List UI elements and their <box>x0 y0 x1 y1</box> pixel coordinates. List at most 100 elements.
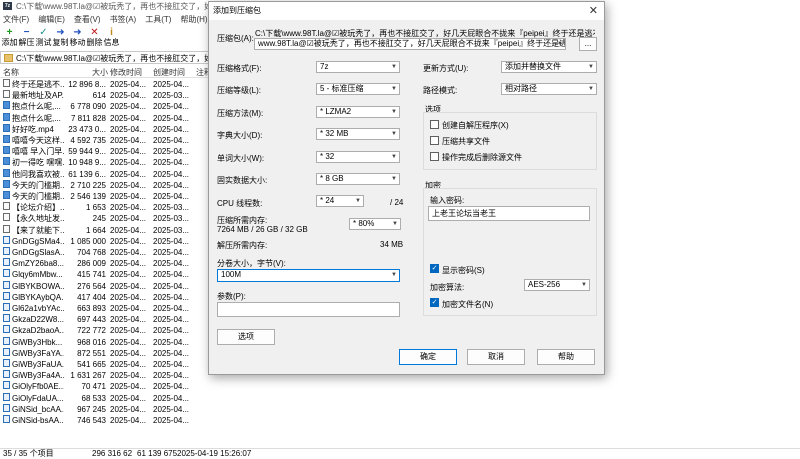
address-bar[interactable]: C:\下载\www.98T.la@☑被玩秃了，再也不接肛交了，好几天屁... <box>0 51 210 64</box>
column-created[interactable]: 创建时间 <box>153 67 185 78</box>
file-row[interactable]: 好好吃.mp4 23 473 0... 2025-04... 2025-04... <box>0 123 210 135</box>
menu-edit[interactable]: 编辑(E) <box>38 13 65 26</box>
browse-button[interactable]: ... <box>579 37 597 51</box>
split-select[interactable]: 100M ▼ <box>217 269 400 282</box>
file-modified: 2025-04... <box>110 371 147 381</box>
file-row[interactable]: GiWBy3Fa4A... 1 631 267 2025-04... 2025-04.… <box>0 370 210 381</box>
image-file-icon <box>3 325 10 334</box>
menu-bookmarks[interactable]: 书签(A) <box>110 13 137 26</box>
cpu-select[interactable]: * 24 ▼ <box>316 195 364 207</box>
file-row[interactable]: GiOlyFdaUA... 68 533 2025-04... 2025-04... <box>0 392 210 404</box>
toolbar-button-3[interactable]: ➜ 复制 <box>52 27 69 49</box>
file-row[interactable]: GlBYKAybQA... 417 404 2025-04... 2025-04... <box>0 291 210 303</box>
file-size: 697 443 <box>77 315 106 325</box>
file-row[interactable]: GiNSid_bcAA... 967 245 2025-04... 2025-04..… <box>0 403 210 415</box>
image-file-icon <box>3 280 10 289</box>
file-row[interactable]: 今天的门槛期... 2 710 225 2025-04... 2025-04... <box>0 179 210 191</box>
file-size: 614 <box>92 91 106 101</box>
delete-source-checkbox[interactable] <box>430 152 439 161</box>
file-row[interactable]: 【论坛介绍】... 1 653 2025-04... 2025-03... <box>0 202 210 213</box>
column-name[interactable]: 名称 <box>3 67 19 78</box>
menu-tools[interactable]: 工具(T) <box>145 13 171 26</box>
toolbar-button-4[interactable]: ➜ 移动 <box>69 27 86 49</box>
file-row[interactable]: 他问我喜欢被... 61 139 6... 2025-04... 2025-04... <box>0 168 210 180</box>
enc-method-select[interactable]: AES-256 ▼ <box>524 279 590 291</box>
menu-file[interactable]: 文件(F) <box>3 13 29 26</box>
file-modified: 2025-04... <box>110 225 147 235</box>
path-select[interactable]: 相对路径 ▼ <box>501 83 597 95</box>
close-icon[interactable]: ✕ <box>589 4 598 17</box>
file-name: 【来了就能下... <box>12 225 64 235</box>
file-row[interactable]: GiWBy3Hbk... 968 016 2025-04... 2025-04... <box>0 336 210 348</box>
file-row[interactable]: GkzaD2baoA... 722 772 2025-04... 2025-04... <box>0 325 210 336</box>
encrypt-names-checkbox[interactable]: ✓ <box>430 298 439 307</box>
dict-select[interactable]: * 32 MB ▼ <box>316 128 400 140</box>
chevron-down-icon: ▼ <box>588 64 594 70</box>
file-row[interactable]: GnDGgSlasA... 704 768 2025-04... 2025-04... <box>0 247 210 258</box>
file-row[interactable]: Glqy6mMbw... 415 741 2025-04... 2025-04... <box>0 269 210 280</box>
file-row[interactable]: GlBYKBOWA... 276 564 2025-04... 2025-04... <box>0 280 210 292</box>
file-created: 2025-04... <box>153 147 190 157</box>
chevron-down-icon: ▼ <box>391 272 397 278</box>
file-row[interactable]: GiWBy3FaUA... 541 665 2025-04... 2025-04... <box>0 359 210 370</box>
file-row[interactable]: 最新地址及AP... 614 2025-04... 2025-03... <box>0 90 210 101</box>
file-row[interactable]: GiWBy3FaYA... 872 551 2025-04... 2025-04... <box>0 347 210 359</box>
shared-checkbox[interactable] <box>430 136 439 145</box>
menu-view[interactable]: 查看(V) <box>74 13 101 26</box>
menu-help[interactable]: 帮助(H) <box>180 13 207 26</box>
file-row[interactable]: 抱点什么呢,... 7 811 828 2025-04... 2025-04... <box>0 112 210 124</box>
file-size: 7 811 828 <box>71 113 106 123</box>
file-row[interactable]: GmZY26ba8... 286 009 2025-04... 2025-04... <box>0 258 210 269</box>
folder-icon <box>4 54 13 62</box>
chevron-down-icon: ▼ <box>391 131 397 137</box>
param-input[interactable] <box>217 302 400 317</box>
file-created: 2025-04... <box>153 326 190 336</box>
file-list[interactable]: 名称 大小 修改时间 创建时间 注释 终于还是逃不... 12 896 8... 2… <box>0 66 210 446</box>
toolbar-button-1[interactable]: − 解压 <box>18 27 35 49</box>
image-file-icon <box>3 370 10 379</box>
help-button[interactable]: 帮助 <box>537 349 595 365</box>
file-modified: 2025-04... <box>110 281 147 291</box>
options-button[interactable]: 选项 <box>217 329 275 345</box>
ok-button[interactable]: 确定 <box>399 349 457 365</box>
file-row[interactable]: 嘻嘻今天这样... 4 592 735 2025-04... 2025-04... <box>0 135 210 146</box>
file-row[interactable]: GkzaD22W8... 697 443 2025-04... 2025-04... <box>0 314 210 325</box>
update-select[interactable]: 添加并替换文件 ▼ <box>501 61 597 73</box>
memc-select[interactable]: * 80% ▼ <box>349 218 401 230</box>
file-row[interactable]: 抱点什么呢,... 6 778 090 2025-04... 2025-04... <box>0 101 210 112</box>
level-select[interactable]: 5 - 标准压缩 ▼ <box>316 83 400 95</box>
method-select[interactable]: * LZMA2 ▼ <box>316 106 400 118</box>
level-label: 压缩等级(L): <box>217 86 261 95</box>
file-modified: 2025-04... <box>110 203 147 213</box>
file-row[interactable]: GnDGgSMa4... 1 085 000 2025-04... 2025-04..… <box>0 235 210 247</box>
archive-name-combo[interactable]: www.98T.la@☑被玩秃了，再也不接肛交了，好几天屁眼合不拢来『peipe… <box>254 38 566 50</box>
file-row[interactable]: 嘻嘻 早入门早... 59 944 9... 2025-04... 2025-04..… <box>0 146 210 157</box>
toolbar-button-6[interactable]: i 信息 <box>103 27 120 49</box>
show-password-checkbox[interactable]: ✓ <box>430 264 439 273</box>
file-name: 初一得吃 嘿嘿... <box>12 158 64 168</box>
main-window: 7z C:\下载\www.98T.la@☑被玩秃了，再也不接肛交了，好几天屁..… <box>0 0 800 458</box>
column-size[interactable]: 大小 <box>92 67 108 78</box>
toolbar-button-2[interactable]: ✓ 测试 <box>35 27 52 49</box>
file-row[interactable]: 终于还是逃不... 12 896 8... 2025-04... 2025-04... <box>0 79 210 90</box>
file-name: GkzaD2baoA... <box>12 326 64 336</box>
password-input[interactable]: 上老王论坛当老王 <box>428 206 590 221</box>
cancel-button[interactable]: 取消 <box>467 349 525 365</box>
file-row[interactable]: Gl62a1vbYAc... 663 893 2025-04... 2025-04..… <box>0 303 210 314</box>
update-label: 更新方式(U): <box>423 64 469 73</box>
word-select[interactable]: * 32 ▼ <box>316 151 400 163</box>
toolbar-button-0[interactable]: + 添加 <box>1 27 18 49</box>
file-row[interactable]: GiNSid-bsAA... 746 543 2025-04... 2025-04..… <box>0 415 210 426</box>
column-modified[interactable]: 修改时间 <box>110 67 142 78</box>
file-row[interactable]: 【来了就能下... 1 664 2025-04... 2025-03... <box>0 224 210 236</box>
solid-value: * 8 GB <box>320 174 344 183</box>
toolbar-button-5[interactable]: ✕ 删除 <box>86 27 103 49</box>
file-row[interactable]: GiOlyFfb0AE... 70 471 2025-04... 2025-04... <box>0 381 210 392</box>
file-row[interactable]: 初一得吃 嘿嘿... 10 948 9... 2025-04... 2025-04..… <box>0 157 210 168</box>
file-row[interactable]: 今天的门槛期... 2 546 139 2025-04... 2025-04... <box>0 191 210 202</box>
file-name: GlBYKBOWA... <box>12 281 64 291</box>
format-select[interactable]: 7z ▼ <box>316 61 400 73</box>
file-row[interactable]: 【永久地址发... 245 2025-04... 2025-03... <box>0 213 210 224</box>
solid-select[interactable]: * 8 GB ▼ <box>316 173 400 185</box>
sfx-checkbox[interactable] <box>430 120 439 129</box>
